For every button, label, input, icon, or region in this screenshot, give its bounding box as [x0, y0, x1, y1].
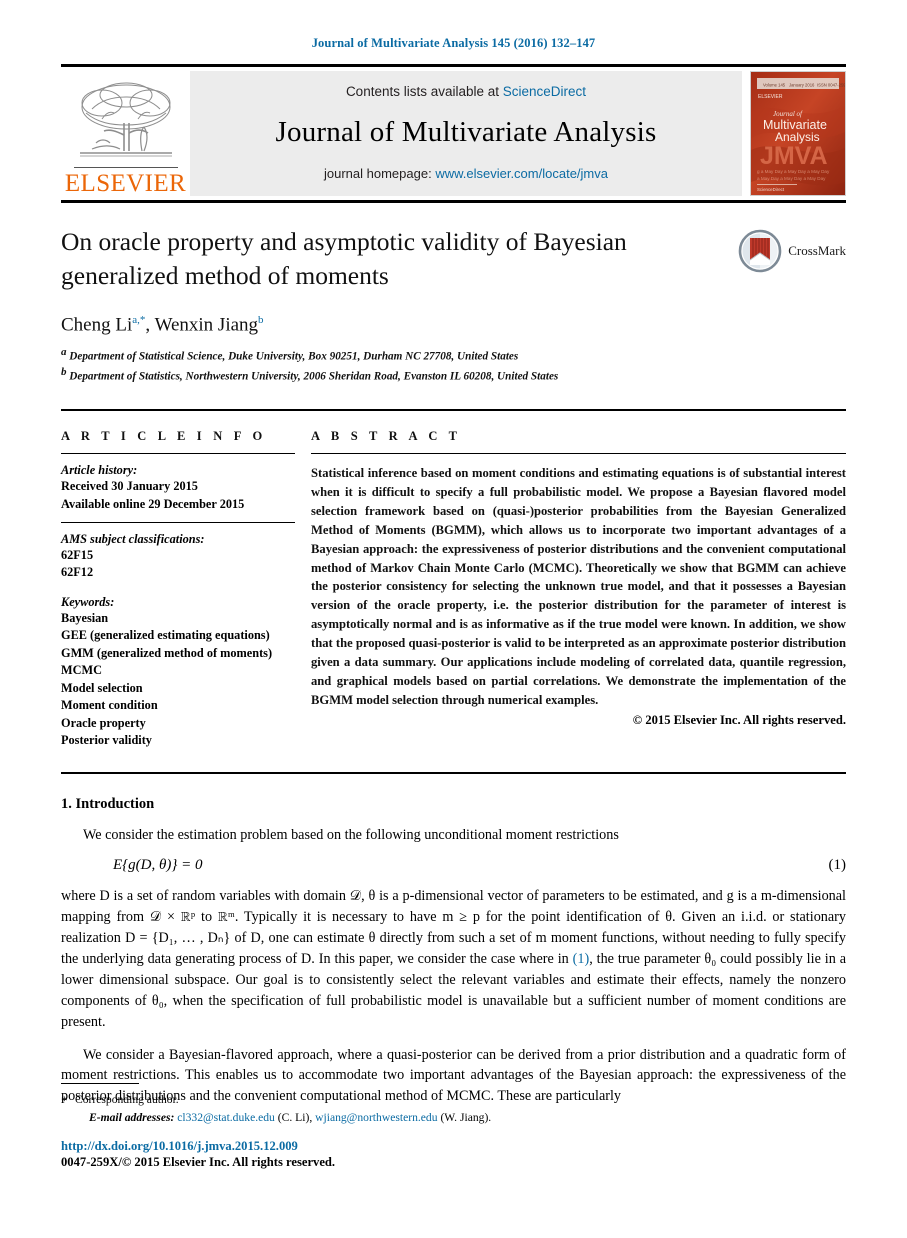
email-attrib-1: (C. Li),	[277, 1110, 313, 1124]
email-label: E-mail addresses:	[89, 1110, 175, 1124]
email-link-2[interactable]: wjiang@northwestern.edu	[315, 1111, 437, 1124]
paper-page: Journal of Multivariate Analysis 145 (20…	[0, 0, 907, 1238]
article-info-rule	[61, 453, 295, 455]
abstract-column: A B S T R A C T Statistical inference ba…	[311, 429, 846, 749]
keyword-item: Posterior validity	[61, 733, 152, 748]
ams-code-2: 62F12	[61, 565, 94, 580]
doi-link[interactable]: http://dx.doi.org/10.1016/j.jmva.2015.12…	[61, 1139, 846, 1154]
article-info-column: A R T I C L E I N F O Article history: R…	[61, 429, 311, 749]
keyword-item: GMM (generalized method of moments)	[61, 645, 273, 660]
crossmark-label: CrossMark	[788, 243, 846, 258]
contents-prefix: Contents lists available at	[345, 84, 503, 99]
info-abstract-row: A R T I C L E I N F O Article history: R…	[61, 429, 846, 749]
keywords-label: Keywords:	[61, 594, 115, 609]
sciencedirect-link[interactable]: ScienceDirect	[503, 84, 586, 99]
display-equation-row: E{g(D, θ)} = 0 (1)	[61, 857, 846, 874]
email-attrib-2: (W. Jiang).	[440, 1110, 492, 1124]
author-list: Cheng Lia,*, Wenxin Jiangb	[61, 314, 846, 336]
page-title: On oracle property and asymptotic validi…	[61, 227, 627, 290]
email-link-1[interactable]: cl332@stat.duke.edu	[177, 1111, 275, 1124]
logo-divider	[73, 167, 178, 168]
author-name-1: Cheng Li	[61, 314, 133, 336]
keyword-item: Bayesian	[61, 610, 109, 625]
corresponding-author-text: Corresponding author.	[75, 1093, 179, 1107]
equation-1-number: (1)	[828, 857, 847, 874]
footer-rule	[61, 1083, 139, 1085]
masthead-bottom-rule	[61, 200, 846, 203]
body-paragraph-1: We consider the estimation problem based…	[83, 826, 619, 843]
contents-available-line: Contents lists available at ScienceDirec…	[346, 84, 586, 99]
article-info-heading: A R T I C L E I N F O	[61, 429, 267, 444]
affiliation-a: a Department of Statistical Science, Duk…	[61, 346, 846, 363]
abstract-text: Statistical inference based on moment co…	[311, 466, 846, 707]
ams-rule	[61, 522, 295, 524]
keyword-item: GEE (generalized estimating equations)	[61, 628, 270, 643]
svg-text:Volume 145: Volume 145	[763, 83, 786, 88]
keyword-item: Moment condition	[61, 698, 158, 713]
title-block: CrossMark On oracle property and asympto…	[61, 225, 846, 383]
svg-text:a May Day a May Day a May Day: a May Day a May Day a May Day	[757, 176, 826, 181]
svg-text:Journal of: Journal of	[773, 110, 803, 118]
equation-cross-reference[interactable]: (1)	[573, 951, 590, 967]
journal-cover-thumbnail: Volume 145 January 2016 ISSN 0047-259X E…	[750, 71, 846, 196]
article-history-received: Received 30 January 2015	[61, 479, 198, 494]
crossmark-icon	[738, 229, 782, 273]
email-addresses-line: E-mail addresses: cl332@stat.duke.edu (C…	[61, 1109, 846, 1126]
contents-box: Contents lists available at ScienceDirec…	[190, 71, 742, 196]
equation-1: E{g(D, θ)} = 0	[113, 857, 203, 874]
affiliation-b-text: Department of Statistics, Northwestern U…	[69, 371, 559, 384]
author-2-affil-marker[interactable]: b	[258, 314, 264, 326]
journal-masthead: ELSEVIER Contents lists available at Sci…	[61, 64, 846, 203]
crossmark-badge[interactable]: CrossMark	[738, 229, 846, 273]
author-separator: ,	[145, 314, 155, 336]
affiliation-a-text: Department of Statistical Science, Duke …	[69, 350, 519, 363]
svg-text:ISSN 0047-259X: ISSN 0047-259X	[817, 83, 845, 88]
cover-art: Volume 145 January 2016 ISSN 0047-259X E…	[751, 72, 845, 195]
svg-text:JMVA: JMVA	[760, 142, 828, 170]
elsevier-tree-icon	[79, 82, 172, 157]
running-head: Journal of Multivariate Analysis 145 (20…	[311, 36, 596, 50]
ams-label: AMS subject classifications:	[61, 532, 205, 547]
issn-copyright-line: 0047-259X/© 2015 Elsevier Inc. All right…	[61, 1155, 336, 1169]
journal-homepage-link[interactable]: www.elsevier.com/locate/jmva	[435, 166, 608, 181]
corresponding-author-note: * Corresponding author.	[61, 1091, 846, 1108]
journal-title: Journal of Multivariate Analysis	[275, 116, 657, 148]
info-separator-bottom	[61, 771, 846, 774]
article-history-label: Article history:	[61, 463, 138, 478]
section-heading: 1. Introduction	[61, 796, 846, 813]
svg-text:ELSEVIER: ELSEVIER	[758, 94, 783, 100]
affiliation-a-marker: a	[61, 345, 67, 358]
page-footer: * Corresponding author. E-mail addresses…	[61, 1083, 846, 1170]
abstract-heading: A B S T R A C T	[311, 429, 462, 444]
svg-text:g a May Day a May Day a May Da: g a May Day a May Day a May Day	[757, 169, 830, 174]
elsevier-wordmark: ELSEVIER	[64, 170, 187, 197]
section-title-text: Introduction	[75, 795, 155, 812]
keyword-item: MCMC	[61, 663, 102, 678]
body-paragraph-2: where D is a set of random variables wit…	[61, 886, 846, 1032]
section-number: 1.	[61, 795, 72, 812]
homepage-prefix: journal homepage:	[324, 166, 436, 181]
info-separator-top	[61, 409, 846, 412]
keyword-item: Model selection	[61, 680, 143, 695]
affiliation-b: b Department of Statistics, Northwestern…	[61, 366, 846, 383]
keyword-item: Oracle property	[61, 715, 146, 730]
svg-text:ScienceDirect: ScienceDirect	[757, 187, 785, 192]
affiliation-b-marker: b	[61, 366, 67, 379]
journal-homepage-line: journal homepage: www.elsevier.com/locat…	[324, 166, 608, 181]
svg-text:January 2016: January 2016	[789, 83, 815, 88]
ams-code-1: 62F15	[61, 548, 94, 563]
elsevier-logo: ELSEVIER	[61, 67, 190, 200]
article-history-online: Available online 29 December 2015	[61, 496, 245, 511]
abstract-copyright: © 2015 Elsevier Inc. All rights reserved…	[632, 712, 846, 727]
abstract-rule	[311, 453, 846, 455]
author-name-2: Wenxin Jiang	[154, 314, 259, 336]
author-1-affil-marker[interactable]: a,*	[132, 314, 145, 326]
